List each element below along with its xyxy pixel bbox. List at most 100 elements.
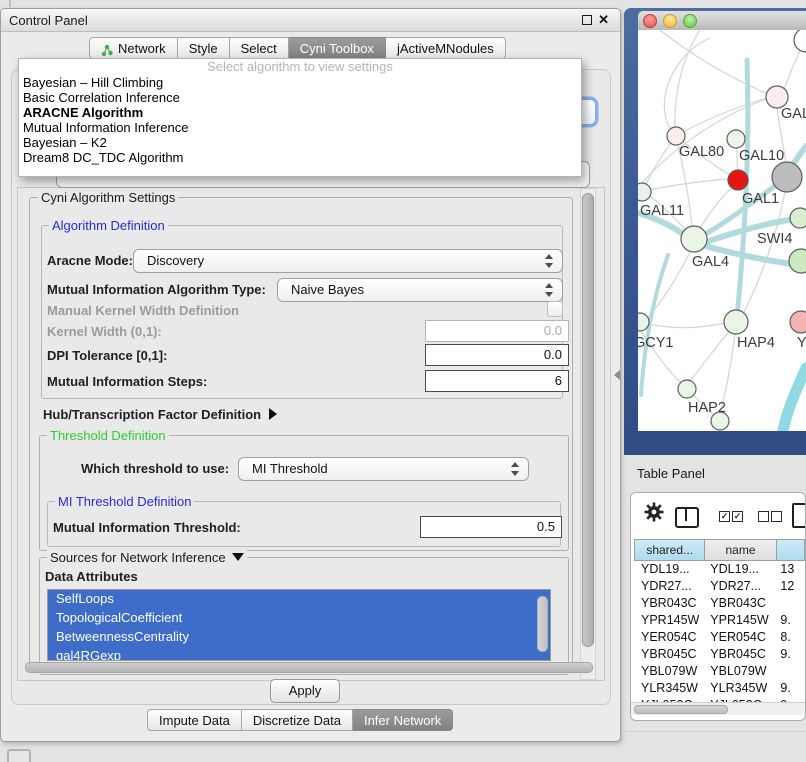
table-row[interactable]: YDR27...YDR27...12 bbox=[634, 578, 805, 595]
data-attributes-list[interactable]: SelfLoopsTopologicalCoefficientBetweenne… bbox=[47, 589, 551, 661]
network-node-label: GAL bbox=[781, 106, 806, 122]
settings-vertical-scrollbar[interactable] bbox=[580, 188, 596, 680]
table-row[interactable]: YBR045CYBR045C9. bbox=[634, 646, 805, 663]
hub-definition-toggle[interactable]: Hub/Transcription Factor Definition bbox=[43, 407, 277, 422]
algorithm-option[interactable]: Mutual Information Inference bbox=[19, 120, 581, 135]
manual-kernel-width-label: Manual Kernel Width Definition bbox=[47, 303, 239, 318]
table-row[interactable]: YPR145WYPR145W9. bbox=[634, 612, 805, 629]
tab-style[interactable]: Style bbox=[178, 37, 230, 59]
export-table-icon[interactable] bbox=[792, 503, 806, 528]
mi-steps-field[interactable]: 6 bbox=[425, 370, 569, 392]
tab-discretize-data[interactable]: Discretize Data bbox=[242, 709, 353, 731]
attribute-list-item[interactable]: BetweennessCentrality bbox=[48, 628, 550, 647]
column-header-partial[interactable] bbox=[777, 539, 805, 561]
network-node-label: HAP2 bbox=[688, 400, 726, 416]
vertical-scrollbar-thumb[interactable] bbox=[582, 193, 594, 647]
column-header-name[interactable]: name bbox=[705, 539, 776, 561]
dpi-tolerance-field[interactable]: 0.0 bbox=[425, 344, 569, 366]
tab-jactivemnodules[interactable]: jActiveMNodules bbox=[386, 37, 506, 59]
show-columns-icon[interactable] bbox=[675, 507, 699, 528]
network-node[interactable] bbox=[772, 162, 802, 192]
network-node-gal4[interactable] bbox=[681, 226, 707, 252]
tab-cyni-toolbox[interactable]: Cyni Toolbox bbox=[289, 37, 386, 59]
table-row[interactable]: YER054CYER054C8. bbox=[634, 629, 805, 646]
tab-select[interactable]: Select bbox=[230, 37, 289, 59]
tab-infer-network[interactable]: Infer Network bbox=[353, 709, 453, 731]
manual-kernel-width-checkbox[interactable] bbox=[547, 301, 563, 317]
control-panel-titlebar[interactable]: Control Panel ✕ bbox=[1, 9, 620, 32]
network-node-gal80[interactable] bbox=[667, 127, 685, 145]
network-node-gal1[interactable] bbox=[728, 170, 748, 190]
table-row[interactable]: YDL19...YDL19...13 bbox=[634, 561, 805, 578]
table-row[interactable]: YBR043CYBR043C bbox=[634, 595, 805, 612]
table-cell: 12 bbox=[773, 578, 805, 595]
mi-algorithm-type-combobox[interactable]: Naive Bayes bbox=[277, 278, 563, 302]
attribute-list-item[interactable]: SelfLoops bbox=[48, 590, 550, 609]
minimized-panel-button[interactable] bbox=[7, 749, 31, 762]
tab-jactivemnodules-label: jActiveMNodules bbox=[397, 38, 494, 59]
deselect-all-checkbox-icon[interactable] bbox=[758, 511, 769, 522]
deselect-all-checkbox-icon2 bbox=[771, 511, 782, 522]
network-node-hap4[interactable] bbox=[724, 310, 748, 334]
algorithm-option[interactable]: Dream8 DC_TDC Algorithm bbox=[19, 150, 581, 165]
network-node-gal[interactable] bbox=[766, 86, 788, 108]
float-window-icon[interactable] bbox=[582, 15, 592, 25]
panel-splitter-collapse-arrow[interactable] bbox=[614, 370, 620, 380]
network-node-label: GAL4 bbox=[692, 254, 729, 270]
mi-threshold-field[interactable]: 0.5 bbox=[420, 516, 562, 538]
cyni-bottom-tabbar: Impute Data Discretize Data Infer Networ… bbox=[147, 709, 453, 731]
table-cell: YER054C bbox=[703, 629, 773, 646]
table-cell: YLR345W bbox=[703, 680, 773, 697]
tab-network-label: Network bbox=[118, 38, 166, 59]
minimize-traffic-light-icon[interactable] bbox=[663, 14, 677, 28]
select-all-checkbox-icon[interactable]: ✓ bbox=[719, 511, 730, 522]
gear-icon[interactable] bbox=[644, 502, 664, 522]
algorithm-option[interactable]: ARACNE Algorithm bbox=[19, 105, 581, 120]
network-edge bbox=[690, 330, 730, 381]
algorithm-option[interactable]: Bayesian – Hill Climbing bbox=[19, 75, 581, 90]
network-tab-icon bbox=[101, 42, 114, 55]
sources-title-toggle[interactable]: Sources for Network Inference bbox=[47, 550, 247, 565]
aracne-mode-combobox[interactable]: Discovery bbox=[133, 249, 563, 273]
attribute-list-item[interactable]: TopologicalCoefficient bbox=[48, 609, 550, 628]
network-canvas[interactable]: GALGAL80GAL10GAL1GAL11GAL4SWI4GCY1HAP4YH… bbox=[638, 30, 806, 431]
list-scrollbar-thumb[interactable] bbox=[537, 596, 548, 652]
table-toolbar: ✓ ✓ bbox=[631, 493, 805, 538]
network-node-gal11[interactable] bbox=[638, 183, 651, 201]
network-node-gal10[interactable] bbox=[727, 130, 745, 148]
tab-select-label: Select bbox=[241, 38, 277, 59]
table-row[interactable]: YBL079WYBL079W bbox=[634, 663, 805, 680]
close-traffic-light-icon[interactable] bbox=[643, 14, 657, 28]
tab-impute-data[interactable]: Impute Data bbox=[147, 709, 242, 731]
tab-network[interactable]: Network bbox=[89, 37, 178, 59]
which-threshold-label: Which threshold to use: bbox=[81, 461, 229, 476]
which-threshold-combobox[interactable]: MI Threshold bbox=[238, 457, 529, 481]
table-scrollbar-thumb[interactable] bbox=[634, 705, 728, 714]
network-node[interactable] bbox=[794, 30, 806, 52]
column-header-shared-name[interactable]: shared... bbox=[634, 539, 705, 561]
network-node-label: GAL10 bbox=[739, 148, 784, 164]
close-window-icon[interactable]: ✕ bbox=[598, 12, 609, 28]
algorithm-option[interactable]: Bayesian – K2 bbox=[19, 135, 581, 150]
settings-horizontal-scrollbar-thumb[interactable] bbox=[25, 662, 593, 673]
table-cell: YBR045C bbox=[634, 646, 703, 663]
table-horizontal-scrollbar[interactable] bbox=[631, 702, 805, 715]
kernel-width-field[interactable]: 0.0 bbox=[425, 320, 569, 342]
table-body: YDL19...YDL19...13YDR27...YDR27...12YBR0… bbox=[634, 561, 805, 702]
table-cell: YDR27... bbox=[703, 578, 773, 595]
network-node-hap2[interactable] bbox=[678, 380, 696, 398]
attribute-list-item[interactable]: gal4RGexp bbox=[48, 647, 550, 661]
algorithm-option[interactable]: Basic Correlation Inference bbox=[19, 90, 581, 105]
control-panel-tabbar: Network Style Select Cyni Toolbox jActiv… bbox=[89, 37, 506, 59]
network-node[interactable] bbox=[789, 249, 806, 273]
apply-button[interactable]: Apply bbox=[270, 679, 340, 703]
data-attributes-label: Data Attributes bbox=[45, 569, 138, 584]
network-node-swi4[interactable] bbox=[790, 208, 806, 228]
table-row[interactable]: YLR345WYLR345W9. bbox=[634, 680, 805, 697]
network-node-y[interactable] bbox=[790, 311, 806, 333]
tab-cyni-toolbox-label: Cyni Toolbox bbox=[300, 38, 374, 59]
tab-impute-data-label: Impute Data bbox=[159, 710, 230, 731]
control-panel-window: Control Panel ✕ Network Style Select Cyn… bbox=[0, 8, 621, 742]
zoom-traffic-light-icon[interactable] bbox=[683, 14, 697, 28]
network-window-titlebar[interactable] bbox=[638, 11, 806, 31]
